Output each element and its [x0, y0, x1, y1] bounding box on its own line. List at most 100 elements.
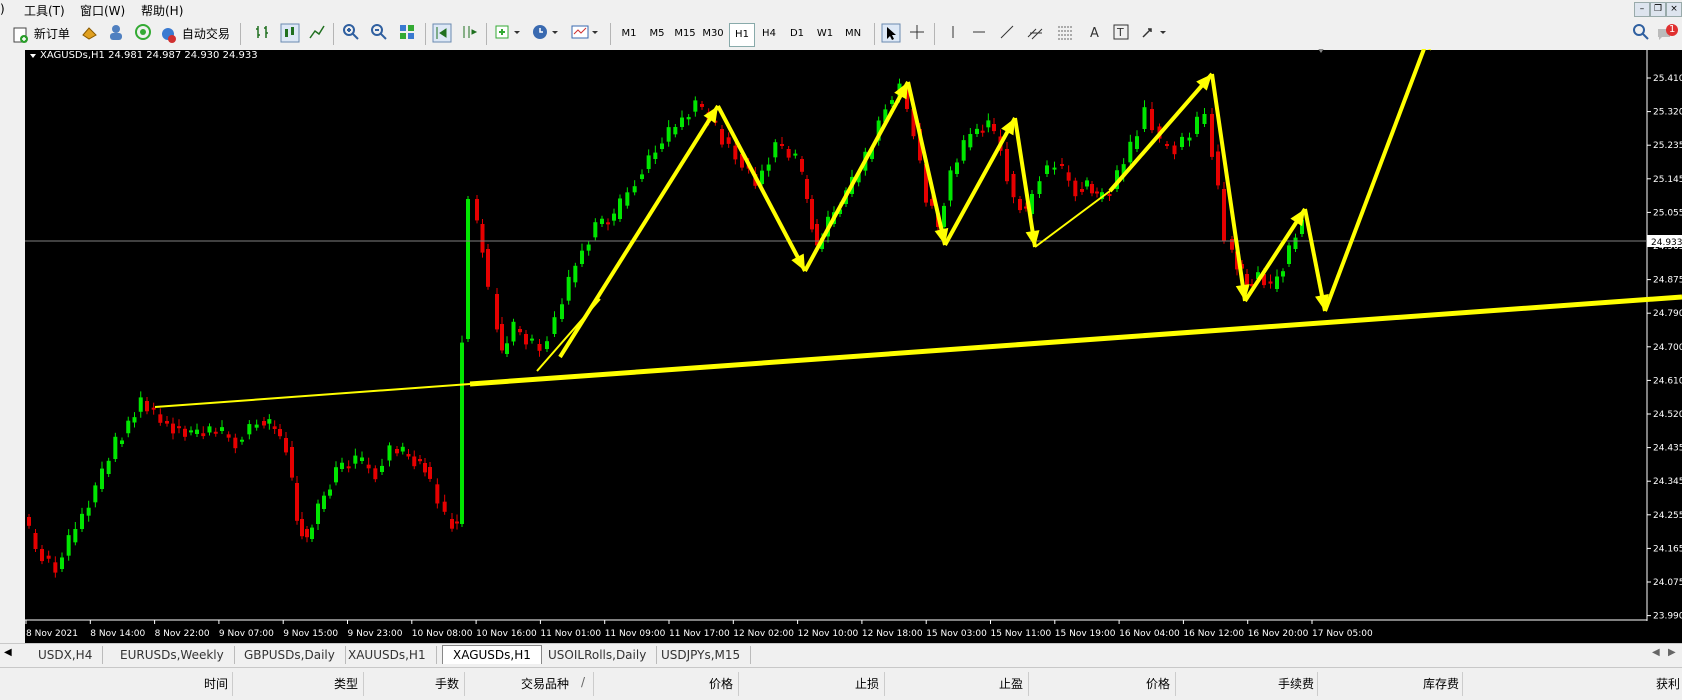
search-button[interactable]: [1632, 23, 1650, 45]
close-button[interactable]: ×: [1666, 2, 1682, 17]
timeframe-m1[interactable]: M1: [617, 23, 641, 45]
price-chart[interactable]: 25.41025.32025.23525.14525.05524.96524.8…: [0, 49, 1682, 643]
candle-body: [373, 468, 378, 480]
col-symbol[interactable]: 交易品种: [521, 675, 569, 692]
notifications-button[interactable]: 1: [1656, 23, 1680, 45]
crosshair-tool-button[interactable]: [908, 23, 926, 45]
indicators-button[interactable]: [494, 23, 522, 45]
separator: [240, 23, 241, 45]
col-stop-loss[interactable]: 止损: [855, 675, 879, 692]
tab-scroll-right-icon[interactable]: ◀: [1652, 647, 1660, 658]
text-tool-button[interactable]: A: [1086, 23, 1104, 45]
candle-body: [322, 495, 326, 509]
timeframe-w1[interactable]: W1: [813, 23, 837, 45]
candle-body: [566, 276, 571, 301]
signal-icon: [135, 24, 151, 40]
price-tick-label: 24.255: [1653, 511, 1682, 521]
timeframe-m15[interactable]: M15: [673, 23, 697, 45]
candle-body: [1187, 137, 1192, 141]
separator: [610, 23, 611, 45]
candle-body: [606, 222, 610, 225]
col-profit[interactable]: 获利: [1656, 675, 1680, 692]
candle-body: [177, 426, 181, 429]
candle-body: [145, 401, 149, 412]
tab-chart[interactable]: XAUUSDs,H1: [338, 646, 437, 664]
cursor-tool-button[interactable]: [881, 23, 901, 45]
restore-button[interactable]: ❐: [1650, 2, 1666, 17]
candle-body: [1085, 180, 1089, 187]
candle-body: [460, 342, 464, 524]
candle-body: [183, 428, 187, 437]
tile-windows-button[interactable]: [398, 23, 416, 45]
candle-body: [247, 424, 252, 435]
tab-chart[interactable]: USOILRolls,Daily: [538, 646, 658, 664]
menu-window[interactable]: 窗口(W): [80, 2, 125, 19]
bar-chart-button[interactable]: [254, 23, 272, 45]
tab-chart[interactable]: GBPUSDs,Daily: [234, 646, 346, 664]
separator: [874, 23, 875, 45]
time-tick-label: 12 Nov 02:00: [733, 629, 794, 639]
candle-body: [60, 557, 64, 569]
chart-area[interactable]: 25.41025.32025.23525.14525.05524.96524.8…: [0, 49, 1682, 643]
text-label-button[interactable]: T: [1112, 23, 1130, 45]
timeframe-m5[interactable]: M5: [645, 23, 669, 45]
time-tick-label: 10 Nov 16:00: [476, 629, 537, 639]
col-swap[interactable]: 库存费: [1423, 675, 1459, 692]
zoom-out-button[interactable]: [370, 23, 388, 45]
candle-body: [207, 426, 212, 433]
minimize-button[interactable]: –: [1634, 2, 1650, 17]
bar-chart-icon: [256, 26, 268, 38]
notification-badge: 1: [1669, 24, 1676, 35]
timeframe-mn[interactable]: MN: [841, 23, 865, 45]
timeframe-m30[interactable]: M30: [701, 23, 725, 45]
periods-button[interactable]: [532, 23, 560, 45]
price-tick-label: 25.320: [1653, 108, 1682, 118]
tab-scroll-right-icon-2[interactable]: ▶: [1668, 647, 1676, 658]
zoom-in-button[interactable]: [342, 23, 360, 45]
tab-chart[interactable]: XAGUSDs,H1: [442, 645, 542, 664]
auto-trading-button[interactable]: 自动交易: [160, 23, 230, 45]
chart-shift-button[interactable]: [460, 23, 478, 45]
time-tick-label: 8 Nov 2021: [26, 629, 78, 639]
time-tick-label: 9 Nov 23:00: [348, 629, 403, 639]
arrows-button[interactable]: [1140, 23, 1170, 45]
auto-scroll-button[interactable]: [432, 23, 452, 45]
candle-body: [165, 421, 169, 424]
horizontal-line-button[interactable]: [970, 23, 988, 45]
col-type[interactable]: 类型: [334, 675, 358, 692]
col-time[interactable]: 时间: [204, 675, 228, 692]
col-commission[interactable]: 手续费: [1278, 675, 1314, 692]
timeframe-h4[interactable]: H4: [757, 23, 781, 45]
col-price-2[interactable]: 价格: [1146, 675, 1170, 692]
tab-chart[interactable]: EURUSDs,Weekly: [110, 646, 235, 664]
trendline-button[interactable]: [998, 23, 1016, 45]
tab-scroll-left-icon[interactable]: ◀: [4, 647, 12, 658]
col-take-profit[interactable]: 止盈: [999, 675, 1023, 692]
templates-button[interactable]: [570, 23, 600, 45]
timeframe-d1[interactable]: D1: [785, 23, 809, 45]
sort-icon: /: [581, 675, 586, 689]
tab-chart[interactable]: USDX,H4: [28, 646, 104, 664]
arrows-icon: [1142, 28, 1166, 38]
timeframe-h1[interactable]: H1: [729, 23, 755, 47]
channel-button[interactable]: [1026, 23, 1046, 45]
candle-body: [171, 423, 175, 434]
tab-chart[interactable]: USDJPYs,M15: [651, 646, 752, 664]
new-order-button[interactable]: 新订单: [12, 23, 70, 45]
time-tick-label: 10 Nov 08:00: [412, 629, 473, 639]
svg-text:A: A: [1090, 26, 1099, 41]
col-price[interactable]: 价格: [709, 675, 733, 692]
market-watch-button[interactable]: [107, 23, 125, 45]
col-lots[interactable]: 手数: [435, 675, 459, 692]
candlestick-button[interactable]: [280, 23, 300, 45]
line-chart-button[interactable]: [308, 23, 326, 45]
vertical-line-button[interactable]: [944, 23, 962, 45]
separator: [486, 23, 487, 45]
fibonacci-button[interactable]: [1056, 23, 1074, 45]
history-button[interactable]: [80, 23, 98, 45]
navigator-button[interactable]: [134, 23, 152, 45]
candle-body: [890, 100, 894, 104]
candle-body: [961, 140, 966, 161]
menu-help[interactable]: 帮助(H): [141, 2, 183, 19]
menu-tools[interactable]: 工具(T): [24, 2, 65, 19]
